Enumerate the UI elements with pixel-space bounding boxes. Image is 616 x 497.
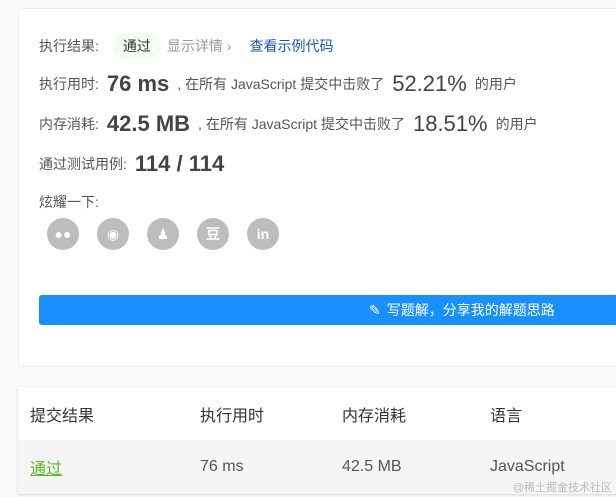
qq-icon[interactable]: ♟ (147, 218, 179, 250)
row-memory: 42.5 MB (342, 458, 402, 475)
pencil-icon: ✎ (369, 301, 381, 318)
douban-icon[interactable]: 豆 (197, 218, 229, 250)
status-badge: 通过 (112, 33, 161, 59)
watermark: @稀土掘金技术社区 (512, 482, 612, 494)
tests-value: 114 / 114 (134, 151, 225, 176)
memory-percent: 18.51% (412, 111, 488, 136)
runtime-suffix: 的用户 (474, 76, 517, 92)
view-example-code-link[interactable]: 查看示例代码 (249, 36, 333, 56)
show-details-link[interactable]: 显示详情 › (167, 36, 232, 56)
runtime-label: 执行用时: (39, 76, 99, 92)
memory-label: 内存消耗: (39, 116, 99, 132)
header-result: 提交结果 (30, 407, 95, 425)
memory-row: 内存消耗: 42.5 MB , 在所有 JavaScript 提交中击败了 18… (39, 111, 538, 137)
tests-row: 通过测试用例: 114 / 114 (39, 151, 232, 177)
memory-value: 42.5 MB (106, 111, 191, 136)
runtime-text: , 在所有 JavaScript 提交中击败了 (177, 76, 385, 92)
tests-label: 通过测试用例: (39, 156, 127, 172)
header-language: 语言 (490, 407, 523, 425)
table-header: 提交结果 执行用时 内存消耗 语言 (18, 387, 616, 440)
share-label: 炫耀一下: (39, 194, 99, 210)
memory-suffix: 的用户 (495, 116, 538, 132)
weibo-icon[interactable]: ◉ (97, 218, 129, 250)
runtime-row: 执行用时: 76 ms , 在所有 JavaScript 提交中击败了 52.2… (39, 71, 517, 97)
result-card: 执行结果: 通过 显示详情 › 查看示例代码 执行用时: 76 ms , 在所有… (18, 8, 616, 367)
share-icons: ●● ◉ ♟ 豆 in (47, 218, 279, 250)
wechat-icon[interactable]: ●● (47, 218, 79, 250)
header-runtime: 执行用时 (200, 407, 265, 425)
submission-status-link[interactable]: 通过 (30, 455, 62, 479)
runtime-percent: 52.21% (392, 71, 467, 96)
row-language: JavaScript (490, 458, 565, 475)
linkedin-icon[interactable]: in (247, 218, 279, 250)
memory-text: , 在所有 JavaScript 提交中击败了 (198, 116, 405, 132)
row-runtime: 76 ms (200, 458, 244, 475)
runtime-value: 76 ms (106, 71, 170, 96)
result-row: 执行结果: 通过 显示详情 › 查看示例代码 (39, 33, 333, 59)
submission-table: 提交结果 执行用时 内存消耗 语言 通过 76 ms 42.5 MB JavaS… (18, 387, 616, 494)
write-solution-label: 写题解，分享我的解题思路 (386, 302, 555, 318)
result-label: 执行结果: (39, 38, 99, 54)
header-memory: 内存消耗 (342, 407, 407, 425)
write-solution-button[interactable]: ✎ 写题解，分享我的解题思路 (39, 295, 616, 325)
